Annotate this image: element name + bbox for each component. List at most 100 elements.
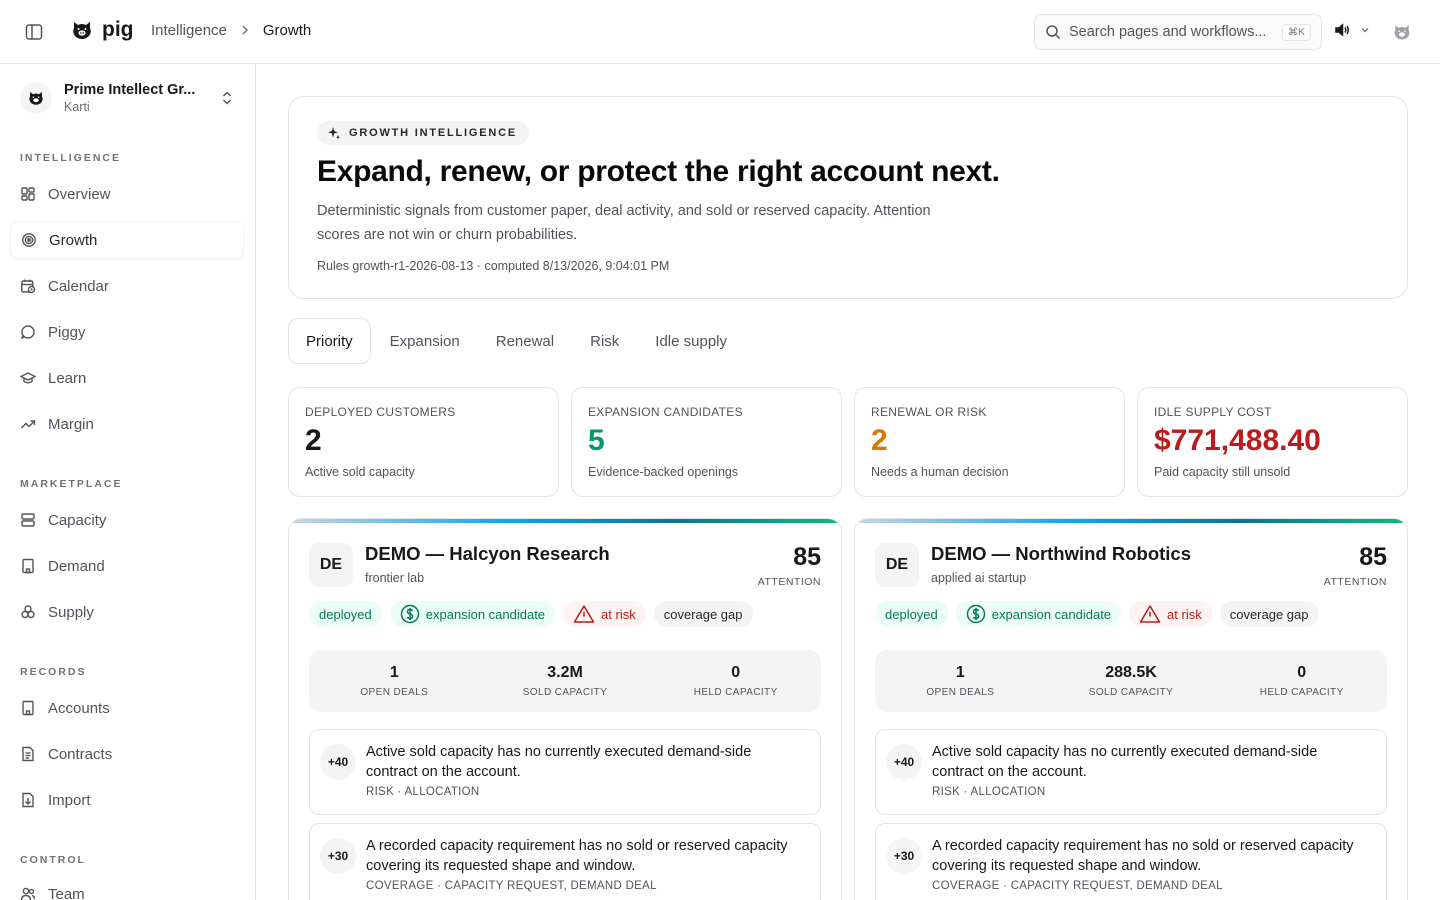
attention-label: ATTENTION (1323, 576, 1387, 588)
dollar-circle-icon (966, 604, 986, 624)
account-name[interactable]: DEMO — Northwind Robotics (931, 543, 1191, 565)
signal-item[interactable]: +30 A recorded capacity requirement has … (875, 823, 1387, 900)
file-import-icon (20, 792, 36, 808)
signal-item[interactable]: +30 A recorded capacity requirement has … (309, 823, 821, 900)
stat-label: IDLE SUPPLY COST (1154, 405, 1272, 419)
metric-value: 1 (955, 664, 965, 681)
building-icon (20, 558, 36, 574)
sidebar-toggle-icon[interactable] (22, 20, 46, 44)
sidebar-item-contracts[interactable]: Contracts (10, 735, 244, 773)
org-switcher[interactable]: Prime Intellect Gr... Karti (20, 82, 238, 114)
signal-item[interactable]: +40 Active sold capacity has no currentl… (875, 729, 1387, 815)
stat-value: 2 (305, 424, 322, 457)
sidebar-item-capacity[interactable]: Capacity (10, 501, 244, 539)
stat-sub: Paid capacity still unsold (1154, 465, 1291, 479)
sidebar-item-calendar[interactable]: Calendar (10, 267, 244, 305)
signal-meta: COVERAGE · CAPACITY REQUEST, DEMAND DEAL (932, 880, 1223, 892)
search-input[interactable] (1069, 24, 1274, 40)
chevron-right-icon (239, 23, 251, 39)
page-title: Expand, renew, or protect the right acco… (317, 155, 1000, 188)
stat-card-expansion: EXPANSION CANDIDATES 5 Evidence-backed o… (571, 387, 842, 497)
tag-list: deployed expansion candidate at risk cov… (875, 601, 1319, 627)
hero-panel: GROWTH INTELLIGENCE Expand, renew, or pr… (288, 96, 1408, 299)
stat-sub: Needs a human decision (871, 465, 1009, 479)
tag-list: deployed expansion candidate at risk cov… (309, 601, 753, 627)
account-segment: applied ai startup (931, 571, 1027, 585)
sidebar-item-learn[interactable]: Learn (10, 359, 244, 397)
card-accent-bar (855, 519, 1407, 523)
tab-risk[interactable]: Risk (573, 318, 636, 364)
tag-deployed: deployed (309, 601, 382, 627)
sidebar-item-import[interactable]: Import (10, 781, 244, 819)
calendar-clock-icon (20, 278, 36, 294)
signal-text: Active sold capacity has no currently ex… (366, 744, 752, 780)
account-initials: DE (875, 543, 919, 587)
target-icon (21, 232, 37, 248)
signal-meta: RISK · ALLOCATION (932, 786, 1046, 798)
main-content: GROWTH INTELLIGENCE Expand, renew, or pr… (256, 64, 1440, 900)
section-label-intelligence: INTELLIGENCE (20, 152, 122, 164)
attention-label: ATTENTION (757, 576, 821, 588)
signal-text: A recorded capacity requirement has no s… (366, 838, 788, 874)
tag-label: at risk (1167, 606, 1202, 622)
signal-item[interactable]: +40 Active sold capacity has no currentl… (309, 729, 821, 815)
tab-idle-supply[interactable]: Idle supply (638, 318, 744, 364)
sidebar-item-margin[interactable]: Margin (10, 405, 244, 443)
sidebar-item-supply[interactable]: Supply (10, 593, 244, 631)
search-shortcut: ⌘K (1282, 23, 1311, 41)
tag-label: at risk (601, 606, 636, 622)
hero-badge: GROWTH INTELLIGENCE (317, 121, 530, 145)
alert-triangle-icon (573, 605, 595, 623)
pig-logo-icon (73, 22, 91, 39)
signal-text: A recorded capacity requirement has no s… (932, 838, 1354, 874)
user-avatar-icon[interactable] (1392, 22, 1412, 47)
top-bar: pig Intelligence Growth ⌘K (0, 0, 1440, 64)
metric-label: SOLD CAPACITY (1088, 687, 1174, 698)
sidebar-item-demand[interactable]: Demand (10, 547, 244, 585)
sidebar: Prime Intellect Gr... Karti INTELLIGENCE… (0, 64, 256, 900)
trending-up-icon (20, 416, 36, 432)
metric-open-deals: 1 OPEN DEALS (875, 650, 1046, 712)
tab-renewal[interactable]: Renewal (479, 318, 571, 364)
boxes-icon (20, 604, 36, 620)
attention-score: 85 (793, 543, 821, 571)
sidebar-item-growth[interactable]: Growth (10, 221, 244, 259)
signal-text: Active sold capacity has no currently ex… (932, 744, 1318, 780)
voice-menu[interactable] (1334, 22, 1370, 38)
stat-sub: Evidence-backed openings (588, 465, 739, 479)
speaker-icon (1335, 23, 1349, 37)
sidebar-item-piggy[interactable]: Piggy (10, 313, 244, 351)
account-initials: DE (309, 543, 353, 587)
account-card-halcyon[interactable]: DE DEMO — Halcyon Research frontier lab … (288, 518, 842, 900)
sidebar-item-label: Margin (48, 415, 94, 433)
org-user: Karti (64, 100, 90, 114)
sidebar-item-label: Overview (48, 185, 111, 203)
search-box[interactable]: ⌘K (1034, 14, 1322, 50)
tab-priority[interactable]: Priority (288, 318, 371, 364)
sidebar-item-team[interactable]: Team (10, 875, 244, 900)
sidebar-item-overview[interactable]: Overview (10, 175, 244, 213)
section-label-marketplace: MARKETPLACE (20, 478, 123, 490)
breadcrumb-parent[interactable]: Intelligence (151, 22, 227, 39)
signal-meta: COVERAGE · CAPACITY REQUEST, DEMAND DEAL (366, 880, 657, 892)
app-logo[interactable]: pig (70, 18, 134, 42)
search-icon (1046, 25, 1061, 40)
metric-label: HELD CAPACITY (693, 687, 778, 698)
tab-bar: Priority Expansion Renewal Risk Idle sup… (288, 318, 746, 364)
account-card-northwind[interactable]: DE DEMO — Northwind Robotics applied ai … (854, 518, 1408, 900)
stat-value: 2 (871, 424, 888, 457)
tag-label: expansion candidate (425, 606, 546, 622)
tab-expansion[interactable]: Expansion (373, 318, 477, 364)
metric-held-capacity: 0 HELD CAPACITY (650, 650, 821, 712)
graduation-cap-icon (20, 370, 36, 386)
sidebar-item-accounts[interactable]: Accounts (10, 689, 244, 727)
sidebar-item-label: Growth (49, 231, 98, 249)
stat-sub: Active sold capacity (305, 465, 415, 479)
org-name: Prime Intellect Gr... (64, 82, 196, 98)
breadcrumb: Intelligence Growth (151, 22, 311, 39)
sidebar-item-label: Team (48, 885, 85, 900)
account-name[interactable]: DEMO — Halcyon Research (365, 543, 610, 565)
stat-label: EXPANSION CANDIDATES (588, 405, 743, 419)
metric-held-capacity: 0 HELD CAPACITY (1216, 650, 1387, 712)
tag-expansion-candidate: expansion candidate (389, 601, 556, 627)
